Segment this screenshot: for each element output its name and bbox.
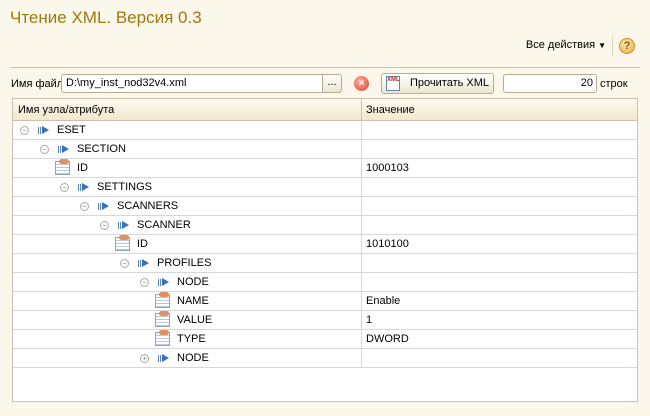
table-row[interactable]: ID 1010100 (13, 235, 637, 254)
page-title: Чтение XML. Версия 0.3 (10, 8, 202, 27)
xml-node-icon (158, 354, 170, 363)
value-cell: DWORD (366, 333, 409, 345)
column-divider (361, 121, 362, 139)
column-divider (361, 159, 362, 177)
node-name: SCANNERS (117, 200, 179, 212)
table-row[interactable]: − PROFILES (13, 254, 637, 273)
xml-node-icon (138, 259, 150, 268)
collapse-icon[interactable]: − (100, 221, 109, 230)
file-name-input[interactable]: D:\my_inst_nod32v4.xml (61, 74, 323, 93)
all-actions-menu[interactable]: Все действия ▼ (526, 39, 606, 51)
browse-button[interactable]: ... (322, 74, 342, 93)
node-name: PROFILES (157, 257, 212, 269)
attribute-name: VALUE (177, 314, 213, 326)
node-name: SECTION (77, 143, 126, 155)
collapse-icon[interactable]: − (120, 259, 129, 268)
xml-node-icon (158, 278, 170, 287)
node-name: SETTINGS (97, 181, 153, 193)
collapse-icon[interactable]: − (80, 202, 89, 211)
rows-label: строк (600, 78, 628, 90)
expand-icon[interactable]: + (140, 354, 149, 363)
help-icon[interactable]: ? (619, 38, 635, 54)
xml-tree-table[interactable]: Имя узла/атрибута Значение − ESET − SECTION… (12, 98, 638, 402)
column-divider (361, 311, 362, 329)
table-header: Имя узла/атрибута Значение (13, 99, 637, 121)
table-row[interactable]: TYPE DWORD (13, 330, 637, 349)
value-cell: 1000103 (366, 162, 409, 174)
column-divider (361, 140, 362, 158)
column-divider (361, 273, 362, 291)
divider (612, 36, 613, 56)
xml-file-icon: XML (386, 76, 400, 91)
table-row[interactable]: ID 1000103 (13, 159, 637, 178)
table-row[interactable]: − SETTINGS (13, 178, 637, 197)
read-xml-button[interactable]: XML Прочитать XML (381, 73, 494, 94)
table-row[interactable]: − NODE (13, 273, 637, 292)
divider (10, 67, 640, 68)
column-divider (361, 349, 362, 367)
xml-attribute-icon (155, 330, 170, 346)
table-row[interactable]: + NODE (13, 349, 637, 368)
value-cell: Enable (366, 295, 401, 307)
table-row[interactable]: − SECTION (13, 140, 637, 159)
collapse-icon[interactable]: − (60, 183, 69, 192)
rows-count-input[interactable]: 20 (503, 74, 597, 93)
column-divider (361, 197, 362, 215)
xml-node-icon (78, 183, 90, 192)
table-row[interactable]: − SCANNER (13, 216, 637, 235)
column-divider (361, 99, 362, 120)
column-divider (361, 235, 362, 253)
attribute-name: NAME (177, 295, 209, 307)
table-row[interactable]: VALUE 1 (13, 311, 637, 330)
column-divider (361, 178, 362, 196)
column-divider (361, 292, 362, 310)
column-divider (361, 216, 362, 234)
table-row[interactable]: − SCANNERS (13, 197, 637, 216)
node-name: NODE (177, 276, 209, 288)
xml-attribute-icon (155, 311, 170, 327)
table-row[interactable]: NAME Enable (13, 292, 637, 311)
collapse-icon[interactable]: − (40, 145, 49, 154)
collapse-icon[interactable]: − (140, 278, 149, 287)
column-header-name[interactable]: Имя узла/атрибута (18, 104, 114, 116)
xml-node-icon (58, 145, 70, 154)
xml-attribute-icon (115, 235, 130, 251)
attribute-name: TYPE (177, 333, 206, 345)
xml-node-icon (98, 202, 110, 211)
column-divider (361, 330, 362, 348)
column-header-value[interactable]: Значение (366, 104, 415, 116)
attribute-name: ID (77, 162, 88, 174)
clear-icon[interactable]: × (354, 76, 369, 91)
attribute-name: ID (137, 238, 148, 250)
column-divider (361, 254, 362, 272)
read-xml-label: Прочитать XML (410, 77, 490, 89)
xml-node-icon (38, 126, 50, 135)
node-name: ESET (57, 124, 86, 136)
xml-node-icon (118, 221, 130, 230)
node-name: SCANNER (137, 219, 191, 231)
xml-attribute-icon (55, 159, 70, 175)
table-row[interactable]: − ESET (13, 121, 637, 140)
all-actions-label: Все действия (525, 39, 596, 51)
xml-attribute-icon (155, 292, 170, 308)
value-cell: 1010100 (366, 238, 409, 250)
collapse-icon[interactable]: − (20, 126, 29, 135)
caret-down-icon: ▼ (598, 41, 606, 50)
value-cell: 1 (366, 314, 373, 326)
node-name: NODE (177, 352, 209, 364)
